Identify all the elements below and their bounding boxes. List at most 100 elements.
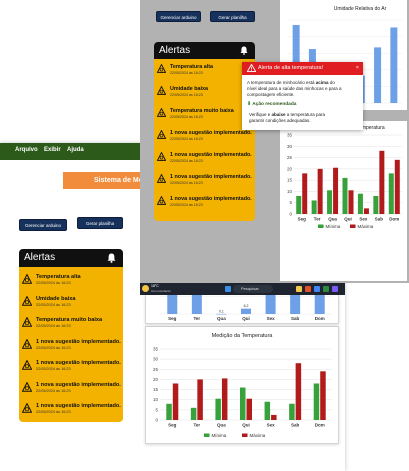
alert-item[interactable]: 1 nova sugestão implementado. 22/05/2024 … [22, 381, 121, 402]
app-icon[interactable] [323, 286, 329, 292]
warning-icon [22, 403, 32, 413]
bar-minima [342, 177, 348, 214]
alert-date: 22/05/2024 às 16:23 [36, 324, 71, 329]
alert-item[interactable]: 1 nova sugestão implementado. 22/05/2024 … [22, 360, 121, 380]
alert-date: 22/05/2024 às 16:23 [170, 114, 203, 119]
x-tick-label: Sex [267, 423, 276, 428]
generate-spreadsheet-button[interactable]: Gerar planilha [77, 217, 123, 229]
bar-minima [289, 403, 295, 420]
data-label: 0,1 [219, 309, 224, 313]
y-tick-label: 0 [289, 212, 292, 217]
bar-humidity [241, 308, 251, 314]
y-tick-label: 20 [153, 377, 159, 382]
bar-maxima [317, 168, 323, 214]
warning-icon [22, 317, 32, 327]
popup-message: A temperatura de minhocário está acima d… [247, 80, 342, 97]
warning-icon [22, 295, 32, 306]
x-tick-label: Sex [267, 316, 276, 321]
alerts-panel: Alertas Temperatura alta 22/05/2024 às 16… [19, 249, 123, 422]
alert-item[interactable]: 1 nova sugestão implementado. 22/05/2024 … [157, 152, 255, 172]
alert-item[interactable]: 1 nova sugestão implementado. 22/05/2024 … [22, 403, 121, 422]
bar-minima [311, 200, 317, 214]
temperature-chart: Medição da Temperatura 0 5 10 15 20 25 30 35 Seg T… [153, 333, 332, 438]
alert-item[interactable]: 1 nova sugestão implementado. 22/05/2024 … [157, 196, 255, 216]
y-tick-label: 5 [289, 200, 292, 205]
y-tick-label: 10 [153, 397, 159, 402]
app-icon[interactable] [305, 286, 311, 292]
alerts-header: Alertas [19, 249, 123, 267]
bar-minima [388, 173, 394, 214]
popup-msg-1: A temperatura de minhocário está [247, 80, 316, 85]
folder-icon[interactable] [296, 286, 302, 292]
y-tick-label: 0 [155, 418, 158, 423]
bar-minima [215, 398, 221, 420]
legend-label-minima: Mínima [212, 433, 227, 438]
bar-humidity [290, 254, 301, 314]
bell-icon[interactable] [240, 46, 248, 55]
alert-item[interactable]: Temperatura alta 22/05/2024 às 16:23 [157, 64, 255, 84]
taskbar-search[interactable]: Pesquisar [233, 285, 273, 293]
y-tick-label: 25 [287, 155, 293, 160]
alert-date: 22/05/2024 às 16:23 [170, 92, 203, 97]
alert-item[interactable]: Temperatura alta 22/05/2024 às 16:23 [22, 274, 120, 294]
bar-minima [166, 403, 172, 420]
alert-text: 1 nova sugestão implementado. [36, 338, 121, 345]
legend-swatch-maxima [242, 433, 248, 437]
legend-swatch-minima [204, 433, 210, 437]
alert-item[interactable]: 1 nova sugestão implementado. 22/05/2024 … [157, 130, 255, 150]
manage-arduino-button[interactable]: Gerenciar arduino [19, 219, 67, 231]
alert-item[interactable]: Temperatura muito baixa 22/05/2024 às 16:… [157, 108, 255, 128]
recommended-action-label: Ação recomendada [252, 102, 297, 107]
warning-icon [157, 152, 166, 161]
app-icon[interactable] [332, 286, 338, 292]
y-tick-label: 30 [287, 144, 293, 149]
close-icon[interactable]: × [356, 65, 359, 71]
alert-item[interactable]: 1 nova sugestão implementado. 22/05/2024 … [22, 338, 121, 359]
bar-maxima [379, 150, 385, 214]
alert-item[interactable]: 1 nova sugestão implementado. 22/05/2024 … [157, 174, 255, 194]
generate-spreadsheet-button[interactable]: Gerar planilha [210, 11, 255, 22]
alert-date: 22/05/2024 às 16:23 [36, 388, 71, 393]
alert-date: 22/05/2024 às 16:23 [36, 281, 71, 286]
alert-text: 1 nova sugestão implementado. [170, 174, 252, 180]
bar-minima [313, 383, 320, 420]
alert-date: 22/05/2024 às 16:23 [170, 202, 203, 207]
chart-title: Medição da Temperatura [212, 333, 274, 339]
manage-arduino-button[interactable]: Gerenciar arduino [156, 11, 201, 22]
warning-icon [22, 338, 32, 349]
bar-humidity [167, 230, 178, 314]
windows-start-icon[interactable] [225, 286, 231, 292]
x-tick-label: Sab [375, 217, 384, 222]
alert-item[interactable]: Umidade baixa 22/05/2024 às 16:23 [22, 295, 120, 316]
menu-exibir[interactable]: Exibir [44, 147, 61, 153]
x-tick-label: Sab [291, 423, 300, 428]
x-tick-label: Qua [217, 316, 226, 321]
alert-item[interactable]: Umidade baixa 22/05/2024 às 16:23 [157, 86, 255, 106]
bell-icon[interactable] [107, 253, 116, 263]
warning-icon [157, 86, 166, 95]
weather-icon [142, 285, 149, 292]
popup-rec-1-bold: abaixe [271, 112, 286, 117]
popup-msg-1-bold: acima [315, 80, 329, 85]
taskbar: 18°C Céu encoberto Pesquisar [140, 283, 345, 295]
warning-icon [157, 64, 166, 73]
warning-icon [157, 108, 166, 117]
x-tick-label: Dom [315, 423, 325, 428]
bar-maxima [333, 167, 339, 214]
search-label: Pesquisar [241, 286, 259, 291]
x-tick-label: Qui [344, 217, 352, 222]
legend-swatch-maxima [350, 224, 356, 228]
alert-text: Umidade baixa [170, 86, 209, 92]
legend-label-maxima: Máxima [358, 224, 374, 229]
x-tick-label: Ter [194, 316, 201, 321]
x-tick-label: Qua [328, 217, 337, 222]
bar-maxima [246, 398, 252, 420]
popup-header: Alerta de alta temperatura! × [242, 62, 363, 75]
recommended-action-heading: ⬇ Ação recomendada [247, 102, 296, 107]
menu-arquivo[interactable]: Arquivo [15, 147, 38, 153]
browser-icon[interactable] [314, 286, 320, 292]
warning-icon [22, 381, 32, 392]
menu-ajuda[interactable]: Ajuda [67, 147, 84, 153]
alert-item[interactable]: Temperatura muito baixa 22/05/2024 às 16:… [22, 317, 120, 337]
chart-title: Umidade Relativa do Ar [334, 6, 387, 12]
